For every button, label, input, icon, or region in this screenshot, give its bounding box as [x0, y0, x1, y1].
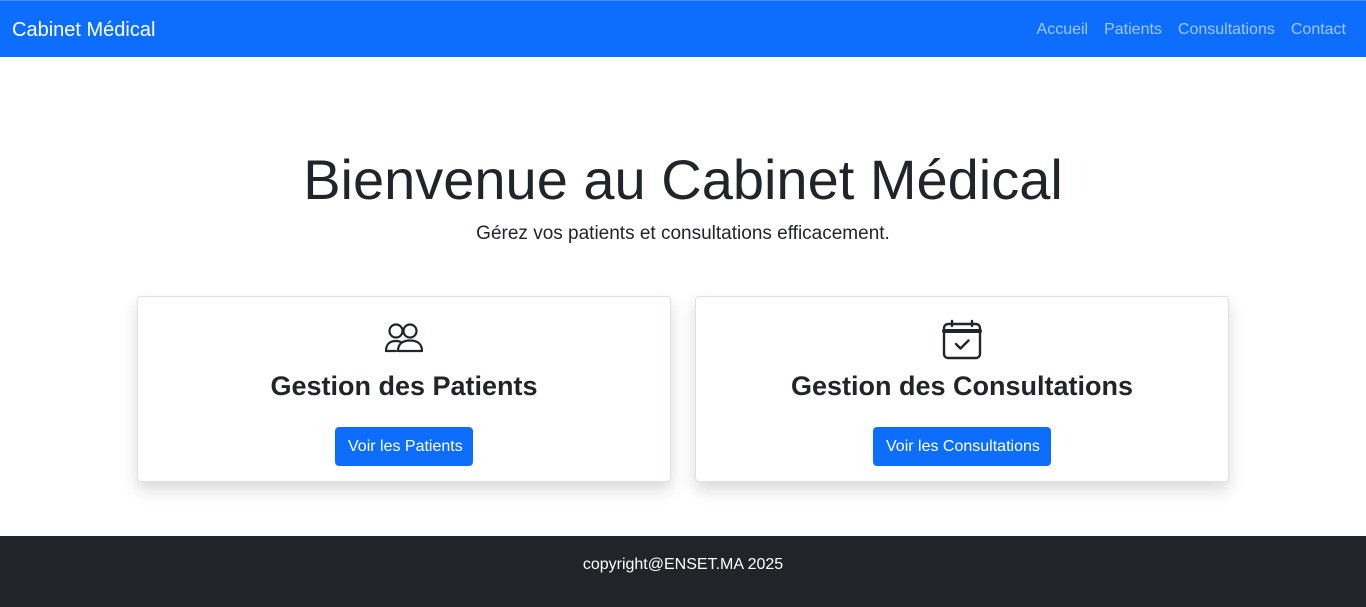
nav-link-contact[interactable]: Contact — [1291, 20, 1346, 40]
nav-links: Accueil Patients Consultations Contact — [1037, 20, 1346, 40]
nav-link-patients[interactable]: Patients — [1104, 20, 1162, 40]
card-consultations: Gestion des Consultations Voir les Consu… — [695, 296, 1229, 482]
people-icon — [383, 319, 425, 361]
hero-title: Bienvenue au Cabinet Médical — [303, 148, 1063, 211]
nav-link-accueil[interactable]: Accueil — [1037, 20, 1089, 40]
footer: copyright@ENSET.MA 2025 — [0, 536, 1366, 607]
calendar-check-icon — [941, 319, 983, 361]
footer-copyright: copyright@ENSET.MA 2025 — [582, 556, 784, 573]
view-patients-button[interactable]: Voir les Patients — [335, 427, 473, 466]
nav-link-consultations[interactable]: Consultations — [1178, 20, 1275, 40]
card-patients: Gestion des Patients Voir les Patients — [137, 296, 671, 482]
navbar-brand[interactable]: Cabinet Médical — [12, 18, 155, 42]
hero-subtitle: Gérez vos patients et consultations effi… — [476, 223, 890, 244]
top-navbar: Cabinet Médical Accueil Patients Consult… — [0, 0, 1366, 57]
card-title-consultations: Gestion des Consultations — [790, 371, 1134, 401]
view-consultations-button[interactable]: Voir les Consultations — [873, 427, 1051, 466]
card-title-patients: Gestion des Patients — [270, 371, 538, 401]
